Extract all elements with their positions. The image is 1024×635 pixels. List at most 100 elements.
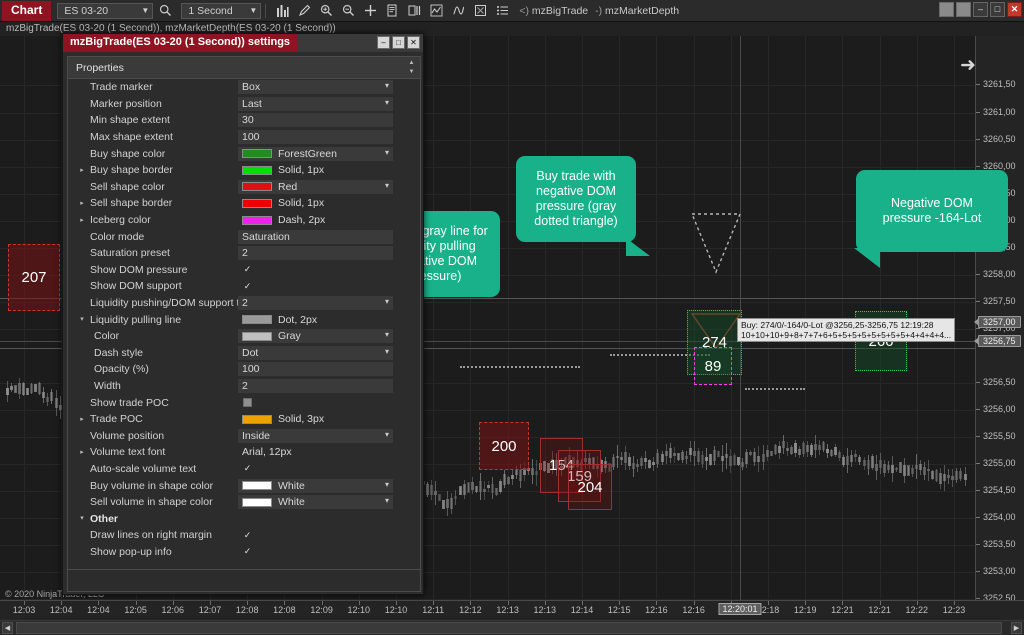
- expander-icon[interactable]: ▸: [78, 416, 86, 423]
- timeframe-selector[interactable]: 1 Second ▼: [181, 2, 262, 19]
- candle-body: [632, 462, 636, 470]
- property-value[interactable]: 100: [238, 130, 393, 145]
- property-value[interactable]: Last: [238, 96, 393, 111]
- checkbox-checked[interactable]: ✓: [243, 463, 252, 473]
- checkbox-checked[interactable]: ✓: [243, 281, 252, 291]
- expander-icon[interactable]: ▸: [78, 217, 86, 224]
- list-icon[interactable]: [493, 2, 512, 20]
- indicator-chip-mzbigtrade[interactable]: <) mzBigTrade: [519, 5, 588, 17]
- checkbox-checked[interactable]: ✓: [243, 546, 252, 556]
- properties-list[interactable]: Trade marker Box Marker position Last Min sh…: [68, 79, 420, 591]
- property-label: Volume text font: [90, 446, 166, 459]
- dialog-close-button[interactable]: ✕: [407, 36, 420, 49]
- expander-icon[interactable]: ▸: [78, 167, 86, 174]
- checkbox-checked[interactable]: ✓: [243, 264, 252, 274]
- crosshair-icon[interactable]: [361, 2, 380, 20]
- chart-menu-button[interactable]: Chart: [2, 0, 52, 21]
- wave-icon[interactable]: [449, 2, 468, 20]
- instrument-value: ES 03-20: [64, 4, 109, 17]
- window-close-button[interactable]: ✕: [1007, 2, 1022, 17]
- spinner-down-icon[interactable]: ▼: [409, 69, 415, 75]
- zoom-in-icon[interactable]: [317, 2, 336, 20]
- property-value[interactable]: 100: [238, 362, 393, 377]
- template-icon[interactable]: [471, 2, 490, 20]
- horizontal-scrollbar[interactable]: ◀ ▶: [0, 620, 1024, 635]
- properties-spinner[interactable]: ▲ ▼: [407, 60, 416, 75]
- price-marker-crosshair[interactable]: 3256,75: [974, 335, 1021, 347]
- spinner-up-icon[interactable]: ▲: [409, 60, 415, 66]
- time-tick: 12:13: [533, 605, 557, 615]
- checkbox-checked[interactable]: ✓: [243, 530, 252, 540]
- dialog-body: Properties ▲ ▼ Trade marker Box Marker pos…: [67, 56, 421, 592]
- property-row: Sell shape color Red: [68, 179, 420, 196]
- arrow-right-icon[interactable]: ➜: [960, 56, 975, 75]
- candle: [959, 468, 963, 482]
- property-value[interactable]: White: [238, 495, 393, 510]
- settings-dialog[interactable]: mzBigTrade(ES 03-20 (1 Second)) settings…: [62, 33, 424, 595]
- expander-icon[interactable]: ▸: [78, 200, 86, 207]
- search-icon[interactable]: [156, 2, 175, 20]
- property-value[interactable]: 30: [238, 113, 393, 128]
- property-value[interactable]: Box: [238, 80, 393, 95]
- property-value[interactable]: White: [238, 478, 393, 493]
- instrument-selector[interactable]: ES 03-20 ▼: [57, 2, 154, 19]
- window-restore-1-button[interactable]: [939, 2, 954, 17]
- candle-body: [442, 499, 446, 510]
- property-value[interactable]: ForestGreen: [238, 146, 393, 161]
- candle: [737, 456, 741, 466]
- callout-buy-negative-dom: Buy trade with negative DOM pressure (gr…: [516, 156, 650, 256]
- checkbox-unchecked[interactable]: [243, 398, 252, 408]
- time-tick: 12:15: [607, 605, 631, 615]
- candle: [636, 458, 640, 473]
- expander-icon[interactable]: ▸: [78, 449, 86, 456]
- property-value[interactable]: Inside: [238, 428, 393, 443]
- candle: [862, 456, 866, 470]
- window-minimize-button[interactable]: –: [973, 2, 988, 17]
- window-restore-2-button[interactable]: [956, 2, 971, 17]
- scrollbar-thumb[interactable]: [16, 622, 1002, 634]
- price-axis[interactable]: 3261,503261,003260,503260,003259,503259,…: [974, 36, 1024, 630]
- iceberg-box-89[interactable]: 89: [694, 347, 732, 385]
- candle-body: [737, 457, 741, 466]
- time-axis[interactable]: 12:03 12:04 12:04 12:05 12:06 12:07 12:08 12:08…: [0, 600, 1024, 620]
- property-value[interactable]: 2: [238, 296, 393, 311]
- property-row: ▸ Volume text font Arial, 12px: [68, 444, 420, 461]
- candle-body: [648, 459, 652, 468]
- property-value[interactable]: Saturation: [238, 229, 393, 244]
- candle: [886, 461, 890, 474]
- time-cursor-label[interactable]: 12:20:01: [718, 603, 762, 615]
- indicator-chip-mzmarketdepth[interactable]: -) mzMarketDepth: [595, 5, 679, 17]
- indicator-icon[interactable]: [427, 2, 446, 20]
- candle: [894, 466, 898, 473]
- candle-body: [478, 480, 482, 493]
- pencil-icon[interactable]: [295, 2, 314, 20]
- scroll-right-button[interactable]: ▶: [1011, 622, 1022, 634]
- property-value[interactable]: 2: [238, 378, 393, 393]
- callout-text: Negative DOM pressure -164-Lot: [882, 196, 982, 225]
- expander-icon[interactable]: ▾: [78, 515, 86, 522]
- expander-icon[interactable]: ▾: [78, 316, 86, 323]
- data-box-icon[interactable]: [383, 2, 402, 20]
- price-tick: 3255,00: [976, 458, 1024, 468]
- bar-chart-icon[interactable]: [273, 2, 292, 20]
- sell-box-207[interactable]: 207: [8, 244, 60, 311]
- dialog-minimize-button[interactable]: –: [377, 36, 390, 49]
- window-maximize-button[interactable]: □: [990, 2, 1005, 17]
- property-value[interactable]: 2: [238, 246, 393, 261]
- zoom-out-icon[interactable]: [339, 2, 358, 20]
- candle: [757, 445, 761, 472]
- property-value[interactable]: Dot: [238, 345, 393, 360]
- candle-body: [470, 481, 474, 490]
- sell-box-204[interactable]: 204: [568, 464, 612, 510]
- candle: [474, 485, 478, 493]
- price-marker-last[interactable]: 3257,00: [974, 316, 1021, 328]
- sell-box-200[interactable]: 200: [479, 422, 529, 470]
- candle: [466, 481, 470, 494]
- scroll-left-button[interactable]: ◀: [2, 622, 13, 634]
- dialog-maximize-button[interactable]: □: [392, 36, 405, 49]
- dialog-titlebar[interactable]: mzBigTrade(ES 03-20 (1 Second)) settings…: [63, 34, 423, 52]
- property-value[interactable]: Red: [238, 179, 393, 194]
- panel-icon[interactable]: [405, 2, 424, 20]
- property-value-text: Box: [242, 81, 261, 94]
- property-value[interactable]: Gray: [238, 329, 393, 344]
